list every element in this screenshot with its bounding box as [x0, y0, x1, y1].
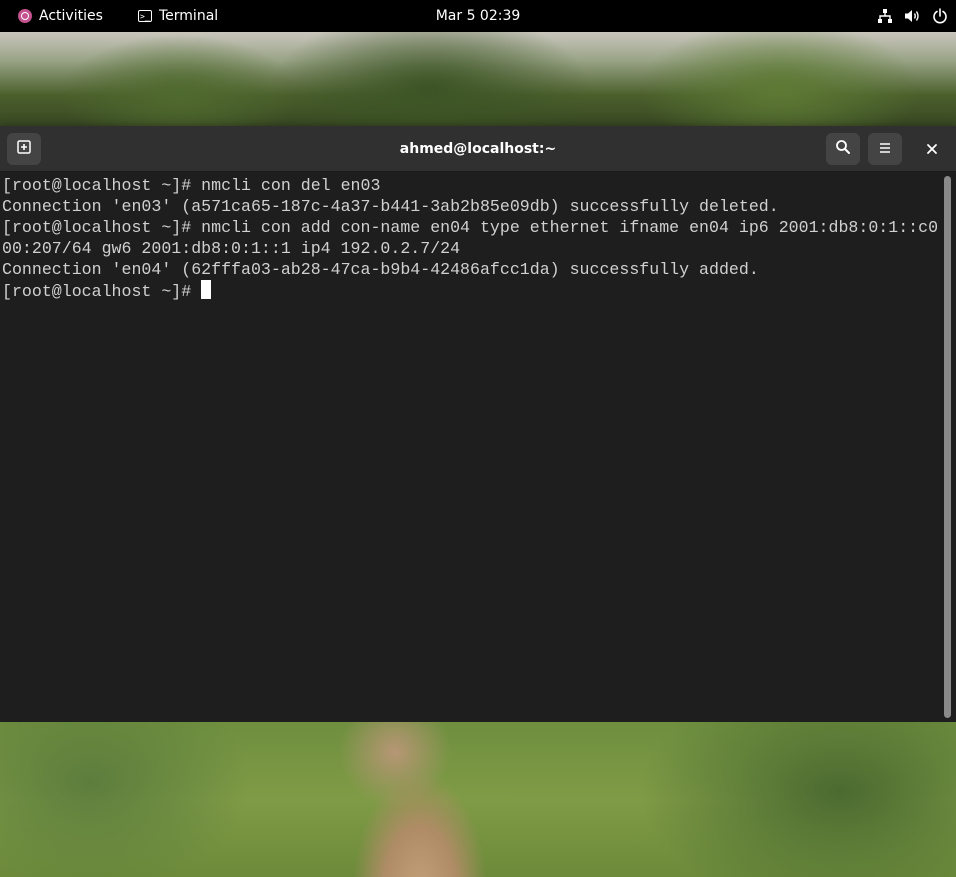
hamburger-menu-icon [878, 140, 892, 159]
search-icon [835, 139, 851, 159]
window-title: ahmed@localhost:~ [399, 141, 557, 157]
terminal-line: [root@localhost ~]# nmcli con del en03 [2, 176, 381, 195]
text-cursor [201, 280, 212, 299]
fedora-logo-icon [18, 9, 32, 23]
terminal-app-icon: >_ [138, 10, 152, 22]
network-icon [877, 8, 893, 24]
terminal-line: 00:207/64 gw6 2001:db8:0:1::1 ip4 192.0.… [2, 239, 461, 258]
terminal-prompt: [root@localhost ~]# [2, 282, 202, 301]
close-icon [926, 140, 938, 159]
system-tray[interactable] [877, 0, 948, 32]
terminal-line: [root@localhost ~]# nmcli con add con-na… [2, 218, 939, 237]
terminal-prompt-line[interactable]: [root@localhost ~]# [2, 280, 940, 301]
activities-label: Activities [39, 8, 103, 24]
activities-button[interactable]: Activities [10, 0, 111, 32]
power-icon [932, 8, 948, 24]
scrollbar[interactable] [940, 172, 956, 722]
terminal-window[interactable]: ahmed@localhost:~ [root@localhost ~]# nm… [0, 126, 956, 722]
scrollbar-thumb[interactable] [944, 176, 951, 718]
terminal-line: Connection 'en04' (62fffa03-ab28-47ca-b9… [2, 260, 759, 279]
menu-button[interactable] [868, 133, 902, 165]
app-menu-terminal[interactable]: >_ Terminal [130, 0, 226, 32]
desktop: Activities >_ Terminal Mar 5 02:39 ahmed… [0, 0, 956, 877]
new-tab-icon [16, 139, 32, 159]
top-bar: Activities >_ Terminal Mar 5 02:39 [0, 0, 956, 32]
search-button[interactable] [826, 133, 860, 165]
volume-icon [904, 8, 921, 24]
wallpaper [0, 722, 956, 877]
terminal-output[interactable]: [root@localhost ~]# nmcli con del en03 Co… [0, 172, 940, 722]
clock[interactable]: Mar 5 02:39 [408, 0, 548, 32]
new-tab-button[interactable] [7, 133, 41, 165]
window-header-bar[interactable]: ahmed@localhost:~ [0, 126, 956, 172]
terminal-line: Connection 'en03' (a571ca65-187c-4a37-b4… [2, 197, 779, 216]
app-menu-label: Terminal [159, 8, 219, 24]
close-button[interactable] [918, 137, 946, 161]
